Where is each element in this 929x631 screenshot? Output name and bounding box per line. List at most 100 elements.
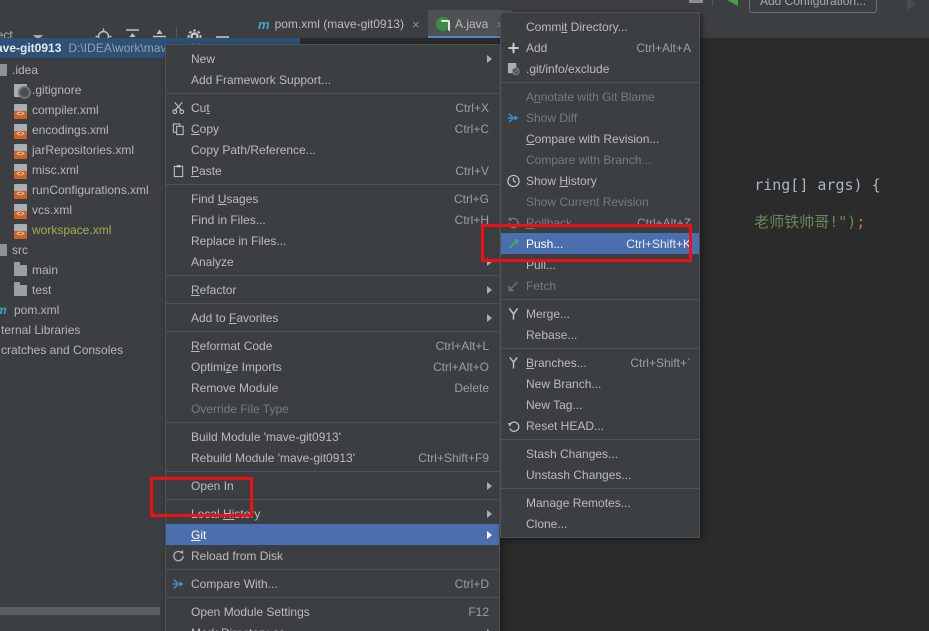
menu-separator [166,184,499,185]
menu-item-optimize-imports[interactable]: Optimize Imports Ctrl+Alt+O [166,356,499,377]
menu-item-label: Open Module Settings [191,604,310,619]
tree-item-label: cratches and Consoles [1,343,124,357]
menu-item-label: Paste [191,163,222,178]
tree-item-label: compiler.xml [32,103,99,117]
menu-item-rebuild-module-mave-git0913[interactable]: Rebuild Module 'mave-git0913' Ctrl+Shift+… [166,447,499,468]
menu-item-label: Compare With... [191,576,278,591]
menu-item-shortcut: Ctrl+Alt+Z [636,215,691,230]
scissors-icon [171,100,186,115]
menu-item-label: Replace in Files... [191,233,287,248]
menu-separator [501,439,699,440]
git-menu-item-add[interactable]: Add Ctrl+Alt+A [501,37,699,58]
git-menu-item-reset-head[interactable]: Reset HEAD... [501,415,699,436]
menu-item-label: Reset HEAD... [526,418,605,433]
git-menu-item-branches[interactable]: Branches... Ctrl+Shift+` [501,352,699,373]
menu-item-refactor[interactable]: Refactor [166,279,499,300]
menu-item-remove-module[interactable]: Remove Module Delete [166,377,499,398]
tree-item[interactable]: src [0,240,28,260]
menu-item-local-history[interactable]: Local History [166,503,499,524]
back-arrow-icon[interactable] [727,0,738,6]
tree-item[interactable]: encodings.xml [14,120,109,140]
tree-item[interactable]: .idea [0,60,38,80]
compare-icon [506,110,521,125]
menu-item-add-framework-support[interactable]: Add Framework Support... [166,69,499,90]
menu-item-compare-with[interactable]: Compare With... Ctrl+D [166,573,499,594]
context-menu[interactable]: New Add Framework Support... Cut Ctrl+X Copy… [165,44,500,631]
menu-item-reload-from-disk[interactable]: Reload from Disk [166,545,499,566]
git-menu-item-stash-changes[interactable]: Stash Changes... [501,443,699,464]
menu-item-mark-directory-as[interactable]: Mark Directory as [166,622,499,631]
fetch-icon [506,278,521,293]
menu-item-shortcut: Ctrl+Alt+O [432,359,489,374]
gitignore-icon [506,61,521,76]
add-configuration-button[interactable]: Add Configuration... [749,0,878,13]
menu-item-shortcut: F12 [468,604,489,619]
menu-item-label: New Branch... [526,376,602,391]
xml-file-icon [14,143,27,159]
menu-item-find-usages[interactable]: Find Usages Ctrl+G [166,188,499,209]
menu-item-shortcut: Ctrl+V [455,163,489,178]
git-menu-item-new-tag[interactable]: New Tag... [501,394,699,415]
menu-item-shortcut: Delete [454,380,489,395]
git-menu-item-new-branch[interactable]: New Branch... [501,373,699,394]
menu-item-git[interactable]: Git [166,524,499,545]
close-icon[interactable]: × [412,17,420,32]
tree-item[interactable]: vcs.xml [14,200,72,220]
git-menu-item-commit-directory[interactable]: Commit Directory... [501,16,699,37]
menu-item-open-in[interactable]: Open In [166,475,499,496]
menu-item-find-in-files[interactable]: Find in Files... Ctrl+H [166,209,499,230]
git-menu-item-git-info-exclude[interactable]: .git/info/exclude [501,58,699,79]
tree-item[interactable]: jarRepositories.xml [14,140,134,160]
git-menu-item-compare-with-revision[interactable]: Compare with Revision... [501,128,699,149]
run-widget-icon[interactable] [689,0,703,3]
git-menu-item-show-history[interactable]: Show History [501,170,699,191]
tree-item[interactable]: cratches and Consoles [0,340,123,360]
menu-item-shortcut: Ctrl+Alt+L [435,338,489,353]
menu-item-replace-in-files[interactable]: Replace in Files... [166,230,499,251]
git-menu-item-merge[interactable]: Merge... [501,303,699,324]
menu-item-reformat-code[interactable]: Reformat Code Ctrl+Alt+L [166,335,499,356]
git-menu-item-manage-remotes[interactable]: Manage Remotes... [501,492,699,513]
tree-item[interactable]: compiler.xml [14,100,99,120]
tree-item[interactable]: workspace.xml [14,220,111,240]
tree-item[interactable]: m pom.xml [0,300,59,320]
tree-item[interactable]: test [14,280,51,300]
git-menu-item-push[interactable]: Push... Ctrl+Shift+K [501,233,699,254]
module-icon [0,64,7,76]
menu-item-add-to-favorites[interactable]: Add to Favorites [166,307,499,328]
tree-item[interactable]: .gitignore [14,80,81,100]
git-menu-item-pull[interactable]: Pull... [501,254,699,275]
menu-item-label: Add [526,40,548,55]
menu-item-label: Build Module 'mave-git0913' [191,429,341,444]
menu-item-copy-path-reference[interactable]: Copy Path/Reference... [166,139,499,160]
tree-item[interactable]: ternal Libraries [0,320,80,340]
menu-separator [166,471,499,472]
run-button-icon[interactable] [907,0,917,10]
menu-item-label: Clone... [526,516,568,531]
menu-item-build-module-mave-git0913[interactable]: Build Module 'mave-git0913' [166,426,499,447]
menu-item-analyze[interactable]: Analyze [166,251,499,272]
git-menu-item-unstash-changes[interactable]: Unstash Changes... [501,464,699,485]
menu-separator [166,275,499,276]
git-menu-item-clone[interactable]: Clone... [501,513,699,534]
tree-item[interactable]: runConfigurations.xml [14,180,149,200]
menu-item-copy[interactable]: Copy Ctrl+C [166,118,499,139]
menu-item-label: Push... [526,236,564,251]
menu-item-paste[interactable]: Paste Ctrl+V [166,160,499,181]
menu-separator [166,597,499,598]
menu-item-label: Annotate with Git Blame [526,89,655,104]
menu-item-cut[interactable]: Cut Ctrl+X [166,97,499,118]
tree-item[interactable]: main [14,260,58,280]
tree-item[interactable]: misc.xml [14,160,79,180]
editor-tab-pom[interactable]: m pom.xml (mave-git0913) × [250,10,428,38]
menu-item-label: Local History [191,506,261,521]
git-menu-item-rebase[interactable]: Rebase... [501,324,699,345]
menu-item-label: Find in Files... [191,212,266,227]
menu-item-label: Rebase... [526,327,578,342]
menu-item-new[interactable]: New [166,48,499,69]
menu-item-open-module-settings[interactable]: Open Module Settings F12 [166,601,499,622]
git-submenu[interactable]: Commit Directory... Add Ctrl+Alt+A .git/inf… [500,12,700,538]
menu-item-shortcut: Ctrl+G [453,191,489,206]
menu-item-shortcut: Ctrl+X [455,100,489,115]
horizontal-scrollbar[interactable] [0,607,160,615]
